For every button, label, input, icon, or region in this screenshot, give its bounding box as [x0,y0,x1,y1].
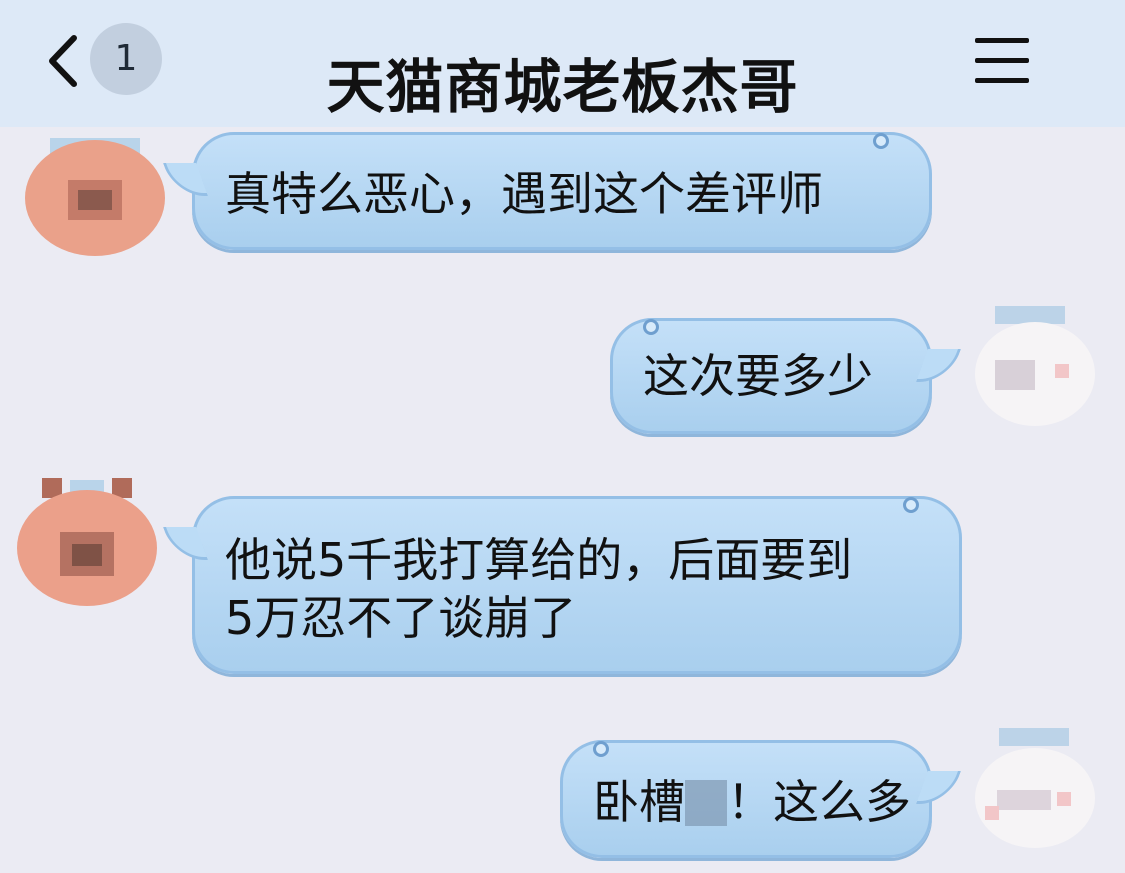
contact-avatar[interactable] [20,118,170,258]
hamburger-menu-icon[interactable] [975,38,1029,84]
message-text: ！这么多 [727,775,911,829]
user-avatar[interactable] [955,290,1105,430]
message-bubble-sent[interactable]: 这次要多少 [610,318,962,434]
message-bubble-received[interactable]: 他说5千我打算给的，后面要到 5万忍不了谈崩了 [162,496,962,674]
user-avatar[interactable] [955,712,1105,852]
censor-blur [685,780,727,826]
message-text: 真特么恶心，遇到这个差评师 [225,167,823,221]
message-bubble-sent[interactable]: 卧槽 ！这么多 [560,740,962,858]
message-bubble-received[interactable]: 真特么恶心，遇到这个差评师 [162,132,932,250]
message-text: 这次要多少 [643,349,873,403]
contact-avatar[interactable] [12,468,162,608]
message-text: 卧槽 [593,775,685,829]
chat-header: 1 天猫商城老板杰哥 [0,0,1125,127]
message-text-line: 5万忍不了谈崩了 [225,591,577,645]
chat-title: 天猫商城老板杰哥 [326,53,799,121]
message-text-line: 他说5千我打算给的，后面要到 [225,533,853,587]
